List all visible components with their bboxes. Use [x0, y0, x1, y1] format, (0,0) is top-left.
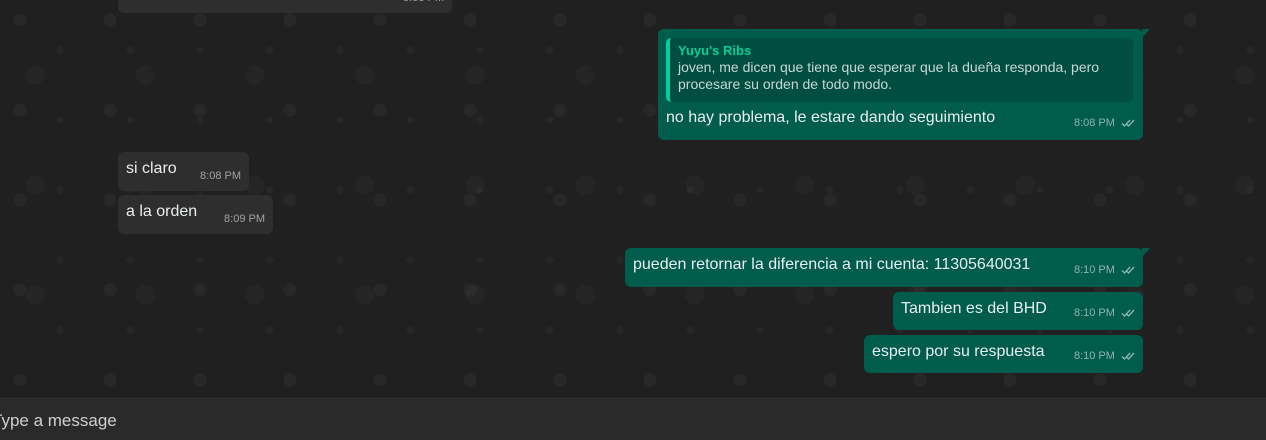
message-time: 8:08 PM	[403, 0, 444, 8]
message-incoming[interactable]: si claro 8:08 PM	[118, 152, 249, 191]
double-check-icon	[1121, 262, 1135, 282]
message-time: 8:10 PM	[1073, 264, 1115, 276]
message-outgoing[interactable]: pueden retornar la diferencia a mi cuent…	[625, 248, 1150, 287]
message-text: espero por su respuesta	[872, 343, 1045, 360]
message-incoming-partial[interactable]: 8:08 PM	[118, 0, 452, 13]
chat-area: 8:08 PM Yuyu's Ribs joven, me dicen que …	[0, 0, 1266, 396]
quote-text: joven, me dicen que tiene que esperar qu…	[678, 59, 1100, 92]
message-text: no hay problema, le estare dando seguimi…	[666, 109, 996, 126]
message-incoming[interactable]: a la orden 8:09 PM	[118, 195, 273, 234]
message-composer: Type a message	[0, 396, 1266, 440]
message-time: 8:10 PM	[1073, 350, 1115, 362]
message-meta: 8:10 PM	[1074, 303, 1135, 325]
message-text: pueden retornar la diferencia a mi cuent…	[633, 256, 1031, 273]
message-text: a la orden	[126, 203, 198, 220]
message-outgoing[interactable]: Tambien es del BHD 8:10 PM	[893, 292, 1143, 330]
message-meta: 8:08 PM	[1074, 113, 1135, 135]
message-time: 8:10 PM	[1073, 307, 1115, 319]
double-check-icon	[1121, 348, 1135, 368]
double-check-icon	[1121, 305, 1135, 325]
message-outgoing-reply[interactable]: Yuyu's Ribs joven, me dicen que tiene qu…	[658, 29, 1150, 140]
message-time: 8:09 PM	[224, 213, 265, 225]
message-text: Tambien es del BHD	[901, 300, 1047, 317]
message-meta: 8:10 PM	[1074, 346, 1135, 368]
quoted-message[interactable]: Yuyu's Ribs joven, me dicen que tiene qu…	[666, 38, 1133, 102]
message-time: 8:08 PM	[1073, 117, 1115, 129]
message-outgoing[interactable]: espero por su respuesta 8:10 PM	[864, 335, 1143, 373]
message-time: 8:08 PM	[200, 170, 241, 182]
quote-author: Yuyu's Ribs	[678, 43, 752, 58]
message-text: si claro	[126, 160, 177, 177]
double-check-icon	[1121, 115, 1135, 135]
message-meta: 8:10 PM	[1074, 260, 1135, 282]
message-input[interactable]: Type a message	[0, 411, 117, 431]
